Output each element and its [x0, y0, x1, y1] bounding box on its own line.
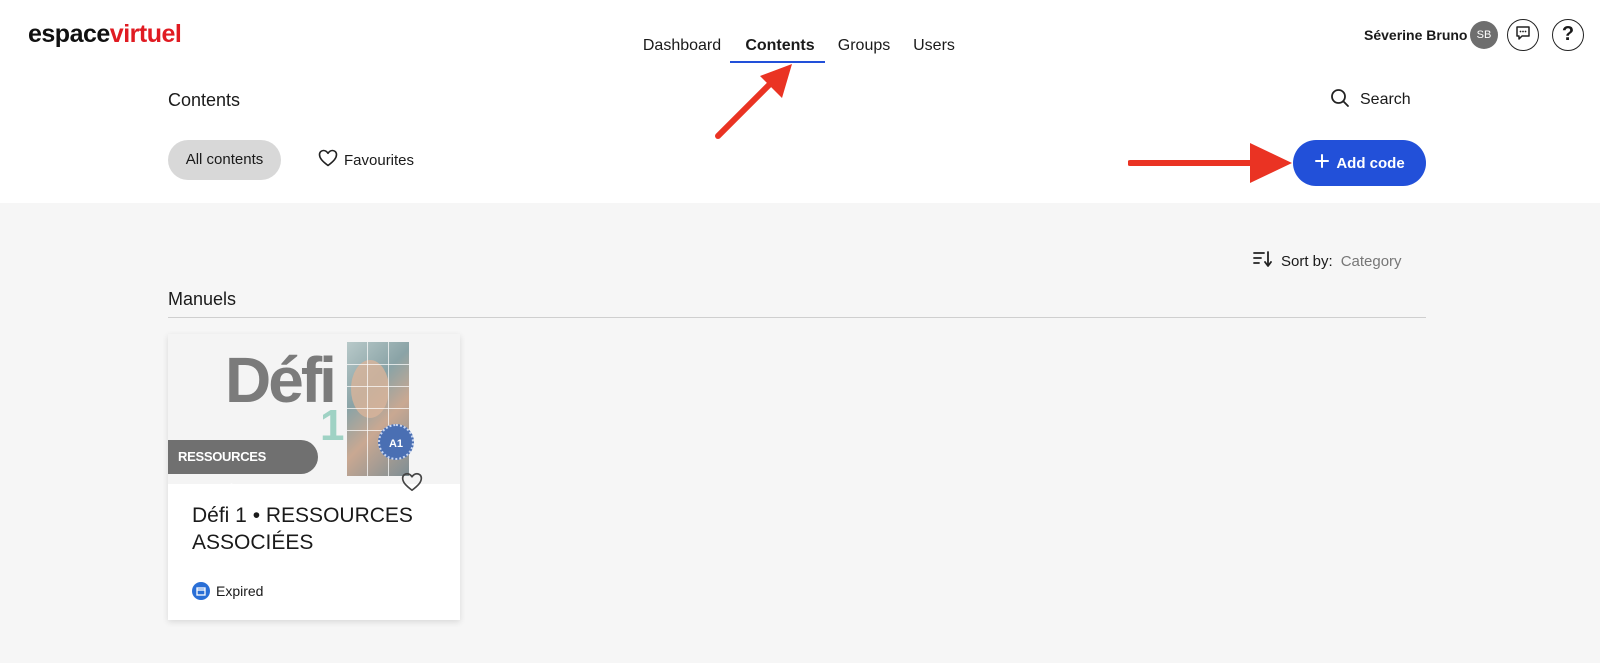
arrow-annotation-add-code	[1128, 143, 1292, 183]
cover-number: 1	[320, 401, 345, 450]
nav-item-contents[interactable]: Contents	[740, 28, 820, 64]
sort-control[interactable]: Sort by: Category	[1253, 250, 1402, 272]
sort-icon	[1253, 250, 1273, 272]
level-badge: A1	[378, 424, 414, 460]
chat-button[interactable]	[1507, 19, 1539, 51]
calendar-icon	[192, 582, 210, 600]
card-title[interactable]: Défi 1 • RESSOURCES ASSOCIÉES	[192, 502, 442, 556]
section-divider	[168, 317, 1426, 318]
card-cover-image: Défi 1 A1 RESSOURCES ASSOCIÉES	[168, 334, 460, 484]
section-title: Manuels	[168, 289, 237, 309]
avatar[interactable]: SB	[1470, 21, 1498, 49]
heart-icon	[401, 472, 423, 497]
content-card[interactable]: Défi 1 A1 RESSOURCES ASSOCIÉES Défi 1 • …	[168, 334, 460, 620]
search-label: Search	[1360, 91, 1411, 108]
nav-item-groups[interactable]: Groups	[830, 28, 898, 64]
status-badge: Expired	[192, 582, 263, 600]
cover-ribbon: RESSOURCES ASSOCIÉES	[168, 440, 318, 484]
sort-value: Category	[1340, 252, 1402, 270]
search-icon	[1330, 88, 1350, 113]
logo-part-espace: espace	[28, 20, 110, 48]
chat-icon	[1514, 24, 1532, 47]
user-name[interactable]: Séverine Bruno	[1364, 24, 1467, 46]
status-label: Expired	[216, 583, 264, 599]
heart-icon	[318, 149, 338, 171]
tab-favourites-label: Favourites	[344, 151, 415, 169]
cover-title: Défi	[225, 344, 337, 416]
tab-favourites[interactable]: Favourites	[318, 140, 414, 180]
logo-part-virtuel: virtuel	[109, 20, 182, 48]
help-button[interactable]: ?	[1552, 19, 1584, 51]
arrow-annotation-contents	[715, 64, 792, 139]
help-icon: ?	[1561, 23, 1575, 45]
top-bar: espacevirtuel Dashboard Contents Groups …	[0, 0, 1600, 203]
plus-icon	[1314, 153, 1330, 173]
tab-all-contents[interactable]: All contents	[168, 140, 281, 180]
add-code-button[interactable]: Add code	[1293, 140, 1426, 186]
nav-item-users[interactable]: Users	[906, 28, 962, 64]
card-favourite-button[interactable]	[398, 470, 426, 498]
page-title: Contents	[168, 90, 241, 110]
nav-item-dashboard[interactable]: Dashboard	[628, 28, 736, 64]
sort-label: Sort by:	[1281, 252, 1333, 270]
add-code-label: Add code	[1336, 154, 1405, 172]
logo[interactable]: espacevirtuel	[28, 18, 182, 50]
search-button[interactable]: Search	[1330, 88, 1411, 112]
